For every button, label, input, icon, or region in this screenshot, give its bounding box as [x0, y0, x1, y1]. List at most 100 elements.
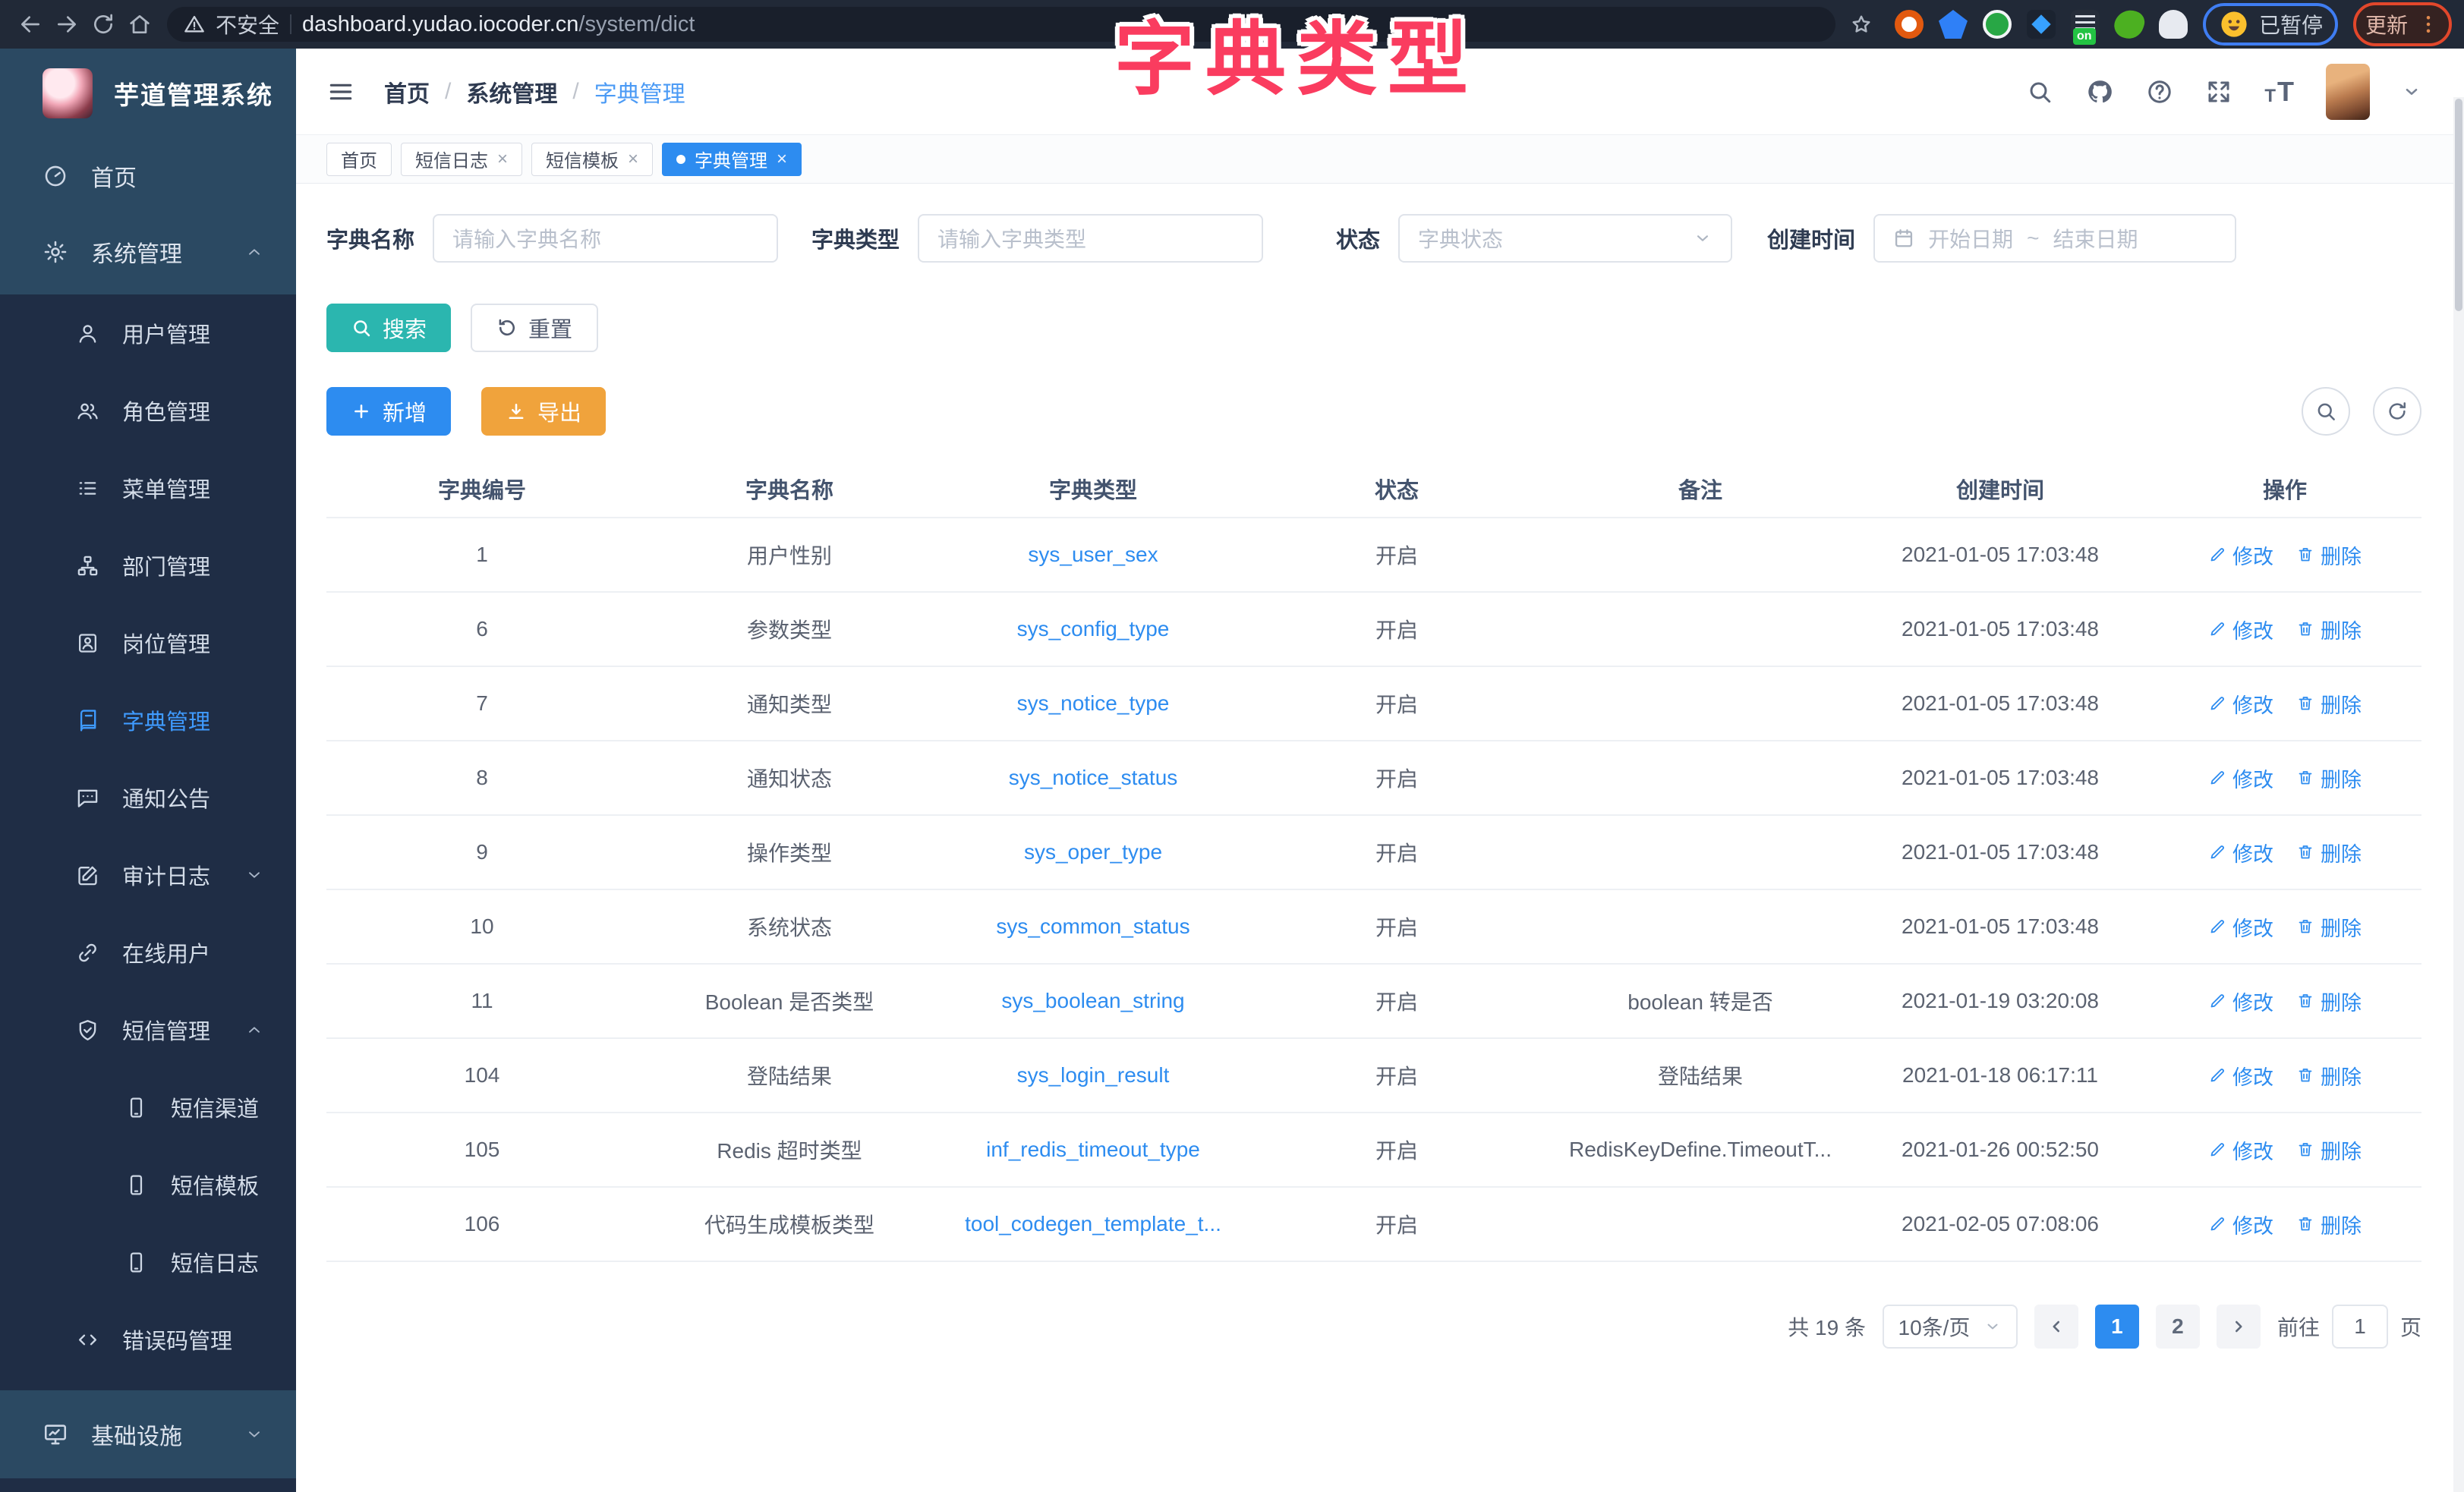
status-select[interactable]: 字典状态 [1398, 214, 1732, 263]
app-logo-row[interactable]: 芋道管理系统 [0, 49, 296, 138]
reset-button[interactable]: 重置 [471, 304, 598, 352]
sidebar-item-error-code[interactable]: 错误码管理 [0, 1301, 296, 1378]
edit-button[interactable]: 修改 [2208, 1210, 2273, 1239]
sidebar-item-sms-log[interactable]: 短信日志 [0, 1223, 296, 1301]
sidebar-item-sms-template[interactable]: 短信模板 [0, 1146, 296, 1223]
scrollbar-thumb[interactable] [2455, 99, 2462, 311]
sidebar-item-user[interactable]: 用户管理 [0, 294, 296, 372]
search-button[interactable]: 搜索 [326, 304, 451, 352]
page-button-1[interactable]: 1 [2095, 1305, 2139, 1349]
delete-button[interactable]: 删除 [2296, 1135, 2362, 1165]
edit-button[interactable]: 修改 [2208, 1061, 2273, 1091]
delete-button[interactable]: 删除 [2296, 763, 2362, 793]
sidebar-item-notice[interactable]: 通知公告 [0, 759, 296, 836]
dict-type-link[interactable]: sys_boolean_string [1001, 989, 1184, 1012]
profile-paused-chip[interactable]: 已暂停 [2203, 3, 2338, 46]
dict-type-link[interactable]: sys_config_type [1017, 617, 1170, 641]
date-range-picker[interactable]: 开始日期 ~ 结束日期 [1873, 214, 2236, 263]
tab-sms-log[interactable]: 短信日志× [401, 143, 522, 176]
export-button[interactable]: 导出 [481, 387, 606, 436]
person-extension-icon[interactable] [2159, 10, 2188, 39]
edit-button[interactable]: 修改 [2208, 540, 2273, 570]
edit-button[interactable]: 修改 [2208, 689, 2273, 719]
sidebar-item-sms-channel[interactable]: 短信渠道 [0, 1069, 296, 1146]
sidebar-item-post[interactable]: 岗位管理 [0, 604, 296, 681]
home-icon[interactable] [121, 6, 158, 42]
edit-button[interactable]: 修改 [2208, 912, 2273, 942]
edit-button[interactable]: 修改 [2208, 987, 2273, 1016]
sidebar-item-menu[interactable]: 菜单管理 [0, 449, 296, 527]
green-circle-extension-icon[interactable] [1983, 10, 2012, 39]
page-button-2[interactable]: 2 [2156, 1305, 2200, 1349]
chevron-down-icon[interactable] [2402, 82, 2421, 102]
diamond-extension-icon[interactable] [2027, 10, 2056, 39]
security-label[interactable]: 不安全 [216, 9, 279, 39]
tab-sms-template[interactable]: 短信模板× [531, 143, 653, 176]
delete-button[interactable]: 删除 [2296, 838, 2362, 867]
refresh-table-button[interactable] [2373, 387, 2421, 436]
plant-extension-icon[interactable] [2111, 6, 2147, 42]
tab-dict[interactable]: 字典管理× [662, 143, 802, 176]
dict-type-link[interactable]: sys_login_result [1017, 1063, 1170, 1087]
close-icon[interactable]: × [628, 150, 638, 168]
gem-extension-icon[interactable] [1939, 10, 1968, 39]
sidebar-item-role[interactable]: 角色管理 [0, 372, 296, 449]
fullscreen-icon[interactable] [2205, 78, 2232, 105]
reload-icon[interactable] [85, 6, 121, 42]
tab-home[interactable]: 首页 [326, 143, 392, 176]
sidebar-item-online-user[interactable]: 在线用户 [0, 914, 296, 991]
github-icon[interactable] [2085, 77, 2114, 106]
dict-type-link[interactable]: sys_oper_type [1024, 840, 1162, 864]
prev-page-button[interactable] [2034, 1305, 2078, 1349]
delete-button[interactable]: 删除 [2296, 987, 2362, 1016]
edit-button[interactable]: 修改 [2208, 838, 2273, 867]
back-icon[interactable] [12, 6, 49, 42]
help-icon[interactable] [2146, 78, 2173, 105]
delete-button[interactable]: 删除 [2296, 540, 2362, 570]
close-icon[interactable]: × [777, 150, 787, 168]
sidebar-item-audit-log[interactable]: 审计日志 [0, 836, 296, 914]
edit-button[interactable]: 修改 [2208, 1135, 2273, 1165]
delete-button[interactable]: 删除 [2296, 1210, 2362, 1239]
sidebar-item-dept[interactable]: 部门管理 [0, 527, 296, 604]
bookmark-star-icon[interactable] [1843, 6, 1880, 42]
breadcrumb-home[interactable]: 首页 [384, 75, 430, 109]
dict-name-input[interactable]: 请输入字典名称 [433, 214, 778, 263]
search-icon[interactable] [2026, 78, 2053, 105]
toggle-search-button[interactable] [2302, 387, 2350, 436]
browser-menu-icon[interactable] [2417, 13, 2440, 36]
close-icon[interactable]: × [497, 150, 508, 168]
forward-icon[interactable] [49, 6, 85, 42]
delete-button[interactable]: 删除 [2296, 912, 2362, 942]
hamburger-icon[interactable] [326, 77, 355, 106]
user-avatar[interactable] [2326, 64, 2370, 120]
sidebar-item-home[interactable]: 首页 [0, 138, 296, 214]
breadcrumb-system[interactable]: 系统管理 [466, 75, 557, 109]
address-bar[interactable]: 不安全 dashboard.yudao.iocoder.cn/system/di… [167, 7, 1835, 42]
browser-update-chip[interactable]: 更新 [2353, 2, 2452, 46]
delete-button[interactable]: 删除 [2296, 615, 2362, 644]
dict-type-link[interactable]: sys_common_status [996, 914, 1189, 938]
sidebar-item-sms[interactable]: 短信管理 [0, 991, 296, 1069]
dict-type-link[interactable]: sys_notice_status [1009, 766, 1178, 789]
edit-button[interactable]: 修改 [2208, 615, 2273, 644]
sidebar-item-dict[interactable]: 字典管理 [0, 681, 296, 759]
goto-page-input[interactable]: 1 [2332, 1305, 2388, 1349]
dict-type-link[interactable]: sys_notice_type [1017, 691, 1170, 715]
sidebar-item-infra[interactable]: 基础设施 [0, 1390, 296, 1478]
add-button[interactable]: 新增 [326, 387, 451, 436]
sidebar-item-system[interactable]: 系统管理 [0, 214, 296, 290]
dict-type-link[interactable]: tool_codegen_template_t... [965, 1212, 1221, 1235]
edit-button[interactable]: 修改 [2208, 763, 2273, 793]
scrollbar[interactable] [2453, 97, 2464, 1492]
page-size-select[interactable]: 10条/页 [1883, 1305, 2018, 1349]
next-page-button[interactable] [2217, 1305, 2261, 1349]
dict-type-link[interactable]: sys_user_sex [1028, 543, 1158, 566]
target-extension-icon[interactable] [1895, 10, 1924, 39]
list-extension-icon[interactable]: on [2071, 10, 2100, 39]
delete-button[interactable]: 删除 [2296, 689, 2362, 719]
delete-button[interactable]: 删除 [2296, 1061, 2362, 1091]
dict-type-link[interactable]: inf_redis_timeout_type [986, 1138, 1200, 1161]
dict-type-input[interactable]: 请输入字典类型 [918, 214, 1263, 263]
font-size-icon[interactable]: TT [2264, 78, 2294, 105]
